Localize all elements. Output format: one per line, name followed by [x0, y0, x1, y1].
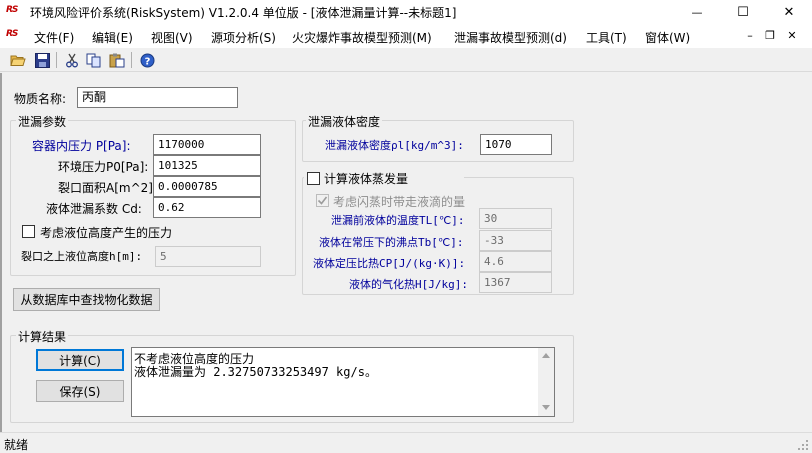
mdi-minimize-icon: –: [747, 28, 753, 42]
status-bar: 就绪: [0, 432, 812, 452]
flash-label: 考虑闪蒸时带走液滴的量: [333, 195, 466, 209]
boiling-point-label: 液体在常压下的沸点Tb[℃]:: [319, 236, 464, 249]
mdi-child-icon[interactable]: RS: [6, 29, 18, 39]
close-icon: ✕: [783, 4, 795, 20]
maximize-button[interactable]: ☐: [720, 0, 766, 24]
density-label: 泄漏液体密度ρl[kg/m^3]:: [325, 139, 464, 152]
crack-area-input[interactable]: 0.0000785: [153, 176, 261, 197]
save-result-button[interactable]: 保存(S): [36, 380, 124, 402]
close-button[interactable]: ✕: [766, 0, 812, 24]
result-line: 液体泄漏量为 2.32750733253497 kg/s。: [134, 365, 377, 379]
minimize-button[interactable]: —: [674, 0, 720, 24]
menu-fire-explosion[interactable]: 火灾爆炸事故模型预测(M): [292, 29, 432, 46]
lookup-database-button[interactable]: 从数据库中查找物化数据: [13, 288, 160, 311]
mdi-minimize-button[interactable]: –: [742, 27, 758, 43]
level-height-input[interactable]: 5: [155, 246, 261, 267]
menu-window[interactable]: 窗体(W): [645, 29, 690, 46]
crack-area-label: 裂口面积A[m^2]:: [58, 181, 157, 195]
results-group-title: 计算结果: [16, 328, 69, 345]
copy-icon[interactable]: [85, 51, 103, 69]
density-input[interactable]: 1070: [480, 134, 552, 155]
mdi-close-icon: ✕: [787, 28, 797, 42]
evaporation-checkbox[interactable]: [307, 172, 320, 185]
material-name-label: 物质名称:: [14, 92, 67, 106]
minimize-icon: —: [691, 5, 703, 19]
material-name-input[interactable]: 丙酮: [77, 87, 238, 108]
paste-icon[interactable]: [108, 51, 126, 69]
menu-file[interactable]: 文件(F): [34, 29, 74, 46]
level-height-label: 裂口之上液位高度h[m]:: [21, 250, 143, 263]
menu-source-analysis[interactable]: 源项分析(S): [211, 29, 276, 46]
window-title: 环境风险评价系统(RiskSystem) V1.2.0.4 单位版 - [液体泄…: [30, 6, 457, 20]
cut-icon[interactable]: [63, 51, 81, 69]
help-icon[interactable]: ?: [138, 51, 156, 69]
app-logo: RS: [6, 5, 18, 15]
temp-label: 泄漏前液体的温度TL[℃]:: [331, 214, 465, 227]
results-scrollbar[interactable]: [538, 348, 554, 416]
consider-level-checkbox[interactable]: [22, 225, 35, 238]
scroll-up-icon[interactable]: [542, 353, 550, 358]
status-text: 就绪: [4, 438, 29, 452]
density-group-title: 泄漏液体密度: [306, 113, 383, 130]
calculate-button[interactable]: 计算(C): [36, 349, 124, 371]
discharge-coef-label: 液体泄漏系数 Cd:: [46, 202, 142, 216]
results-textarea[interactable]: 不考虑液位高度的压力 液体泄漏量为 2.32750733253497 kg/s。: [131, 347, 555, 417]
resize-grip-icon[interactable]: [797, 439, 809, 451]
consider-level-label[interactable]: 考虑液位高度产生的压力: [40, 224, 172, 241]
container-pressure-label: 容器内压力 P[Pa]:: [32, 139, 131, 153]
leak-params-title: 泄漏参数: [16, 113, 69, 130]
toolbar-separator: [131, 52, 132, 68]
heat-capacity-input[interactable]: 4.6: [479, 251, 552, 272]
mdi-restore-button[interactable]: ❐: [762, 27, 778, 43]
save-icon[interactable]: [33, 51, 51, 69]
heat-capacity-label: 液体定压比热CP[J/(kg·K)]:: [313, 257, 466, 270]
mdi-close-button[interactable]: ✕: [784, 27, 800, 43]
menu-tools[interactable]: 工具(T): [586, 29, 627, 46]
temp-input[interactable]: 30: [479, 208, 552, 229]
evaporation-group-title[interactable]: 计算液体蒸发量: [324, 170, 408, 187]
flash-checkbox[interactable]: [316, 194, 329, 207]
ambient-pressure-label: 环境压力P0[Pa]:: [58, 160, 149, 174]
vaporization-heat-label: 液体的气化热H[J/kg]:: [349, 278, 468, 291]
menu-leak-model[interactable]: 泄漏事故模型预测(d): [454, 29, 567, 46]
open-folder-icon[interactable]: [9, 51, 27, 69]
boiling-point-input[interactable]: -33: [479, 230, 552, 251]
toolbar-separator: [56, 52, 57, 68]
discharge-coef-input[interactable]: 0.62: [153, 197, 261, 218]
vaporization-heat-input[interactable]: 1367: [479, 272, 552, 293]
container-pressure-input[interactable]: 1170000: [153, 134, 261, 155]
menu-view[interactable]: 视图(V): [151, 29, 193, 46]
menu-edit[interactable]: 编辑(E): [92, 29, 133, 46]
ambient-pressure-input[interactable]: 101325: [153, 155, 261, 176]
mdi-restore-icon: ❐: [765, 28, 775, 42]
svg-text:?: ?: [144, 56, 150, 67]
checkmark-icon: [317, 196, 328, 205]
maximize-icon: ☐: [737, 4, 749, 20]
scroll-down-icon[interactable]: [542, 405, 550, 410]
